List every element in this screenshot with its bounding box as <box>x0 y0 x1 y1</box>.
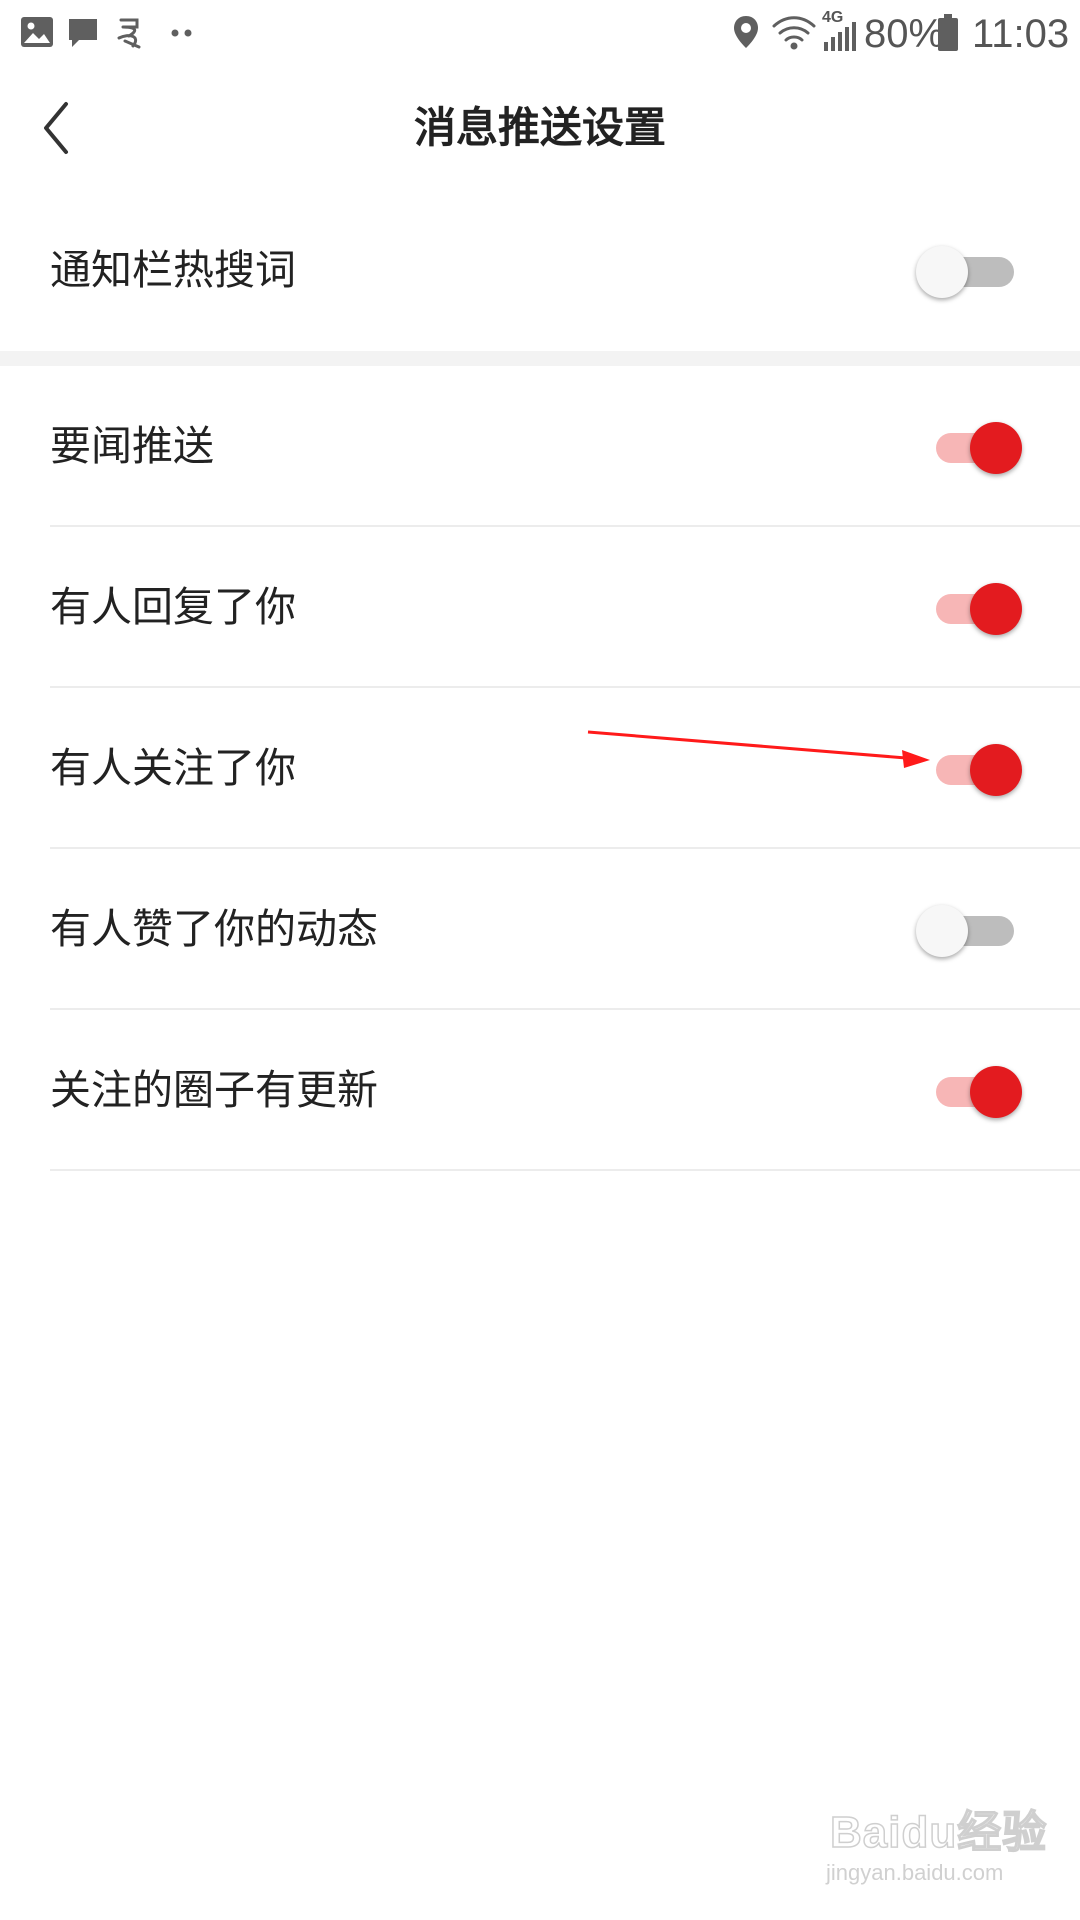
screen: 4G 80% 11:03 消息推送设置 通知栏热搜词 要闻推送 有人回复了你 有… <box>0 0 1080 1920</box>
toggle-switch[interactable] <box>912 581 1022 637</box>
toggle-switch[interactable] <box>912 903 1022 959</box>
toggle-switch[interactable] <box>912 1064 1022 1120</box>
toggle-knob <box>970 422 1022 474</box>
toggle-switch[interactable] <box>912 244 1022 300</box>
watermark-logo: Baidu经验 <box>829 1807 1048 1858</box>
toggle-knob <box>916 246 968 298</box>
setting-label: 通知栏热搜词 <box>50 246 296 294</box>
setting-label: 有人回复了你 <box>50 583 296 631</box>
toggle-knob <box>916 905 968 957</box>
back-button[interactable] <box>30 90 102 166</box>
page-title: 消息推送设置 <box>413 103 666 152</box>
setting-label: 要闻推送 <box>50 422 214 470</box>
signal-4g-icon <box>824 22 856 51</box>
wifi-icon <box>772 16 816 50</box>
divider <box>50 1169 1080 1171</box>
header: 消息推送设置 <box>0 68 1080 188</box>
toggle-knob <box>970 583 1022 635</box>
setting-label: 关注的圈子有更新 <box>50 1066 378 1114</box>
more-dots-icon <box>171 29 192 37</box>
status-bar: 4G 80% 11:03 <box>0 0 1080 68</box>
setting-row-likes[interactable]: 有人赞了你的动态 <box>0 849 1080 1010</box>
setting-row-news-push[interactable]: 要闻推送 <box>0 366 1080 527</box>
back-chevron-icon <box>44 102 68 154</box>
battery-icon <box>938 14 958 51</box>
watermark-url: jingyan.baidu.com <box>826 1860 1004 1885</box>
setting-row-new-followers[interactable]: 有人关注了你 <box>0 688 1080 849</box>
toggle-knob <box>970 744 1022 796</box>
location-icon <box>734 16 758 48</box>
setting-row-hot-search[interactable]: 通知栏热搜词 <box>0 190 1080 351</box>
setting-label: 有人关注了你 <box>50 744 296 792</box>
toggle-knob <box>970 1066 1022 1118</box>
toggle-switch[interactable] <box>912 420 1022 476</box>
toggle-switch[interactable] <box>912 742 1022 798</box>
gallery-icon <box>21 17 53 47</box>
setting-label: 有人赞了你的动态 <box>50 905 378 953</box>
setting-row-circle-updates[interactable]: 关注的圈子有更新 <box>0 1010 1080 1171</box>
setting-row-replies[interactable]: 有人回复了你 <box>0 527 1080 688</box>
battery-percent: 80% <box>864 12 945 56</box>
clock: 11:03 <box>972 12 1070 56</box>
app-notification-icon <box>117 18 141 49</box>
section-gap <box>0 351 1080 366</box>
watermark: Baidu经验 jingyan.baidu.com <box>820 1796 1047 1906</box>
message-icon <box>69 19 97 47</box>
